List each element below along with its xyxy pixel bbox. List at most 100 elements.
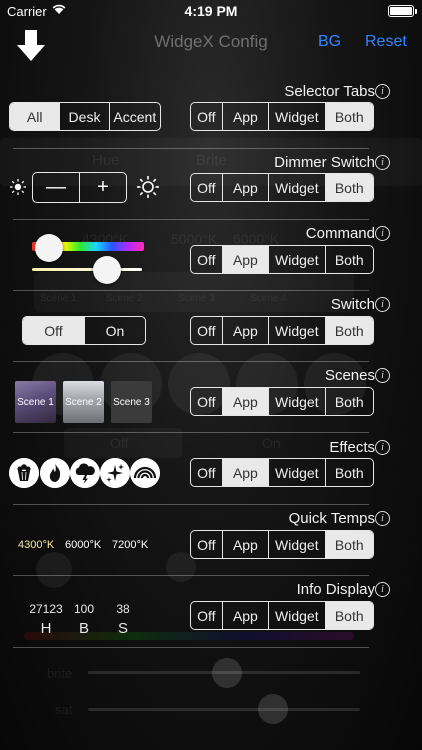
info-brightness-letter: B bbox=[78, 620, 89, 637]
switch-off-option[interactable]: Off bbox=[23, 317, 84, 344]
sun-large-icon bbox=[137, 176, 159, 198]
info-hue-value: 27123 bbox=[29, 602, 63, 616]
info-icon[interactable]: i bbox=[375, 582, 390, 597]
option-off[interactable]: Off bbox=[191, 174, 222, 201]
option-off[interactable]: Off bbox=[191, 531, 222, 558]
option-both[interactable]: Both bbox=[324, 531, 373, 558]
visibility-quick-temps[interactable]: Off App Widget Both bbox=[190, 530, 374, 559]
option-app[interactable]: App bbox=[221, 317, 268, 344]
tab-accent[interactable]: Accent bbox=[108, 103, 160, 130]
dimmer-preview[interactable]: — + bbox=[32, 172, 127, 203]
divider bbox=[13, 290, 369, 291]
info-hue-letter: H bbox=[40, 620, 52, 637]
option-off[interactable]: Off bbox=[191, 602, 222, 629]
quick-temp-7200[interactable]: 7200°K bbox=[112, 539, 148, 551]
option-widget[interactable]: Widget bbox=[268, 459, 324, 486]
sparkle-icon[interactable] bbox=[100, 458, 130, 488]
option-widget[interactable]: Widget bbox=[268, 103, 324, 130]
option-app[interactable]: App bbox=[221, 174, 268, 201]
option-app[interactable]: App bbox=[221, 246, 269, 273]
option-both[interactable]: Both bbox=[324, 246, 373, 273]
scene-1-tile[interactable]: Scene 1 bbox=[15, 381, 56, 423]
option-widget[interactable]: Widget bbox=[268, 602, 324, 629]
option-off[interactable]: Off bbox=[191, 246, 222, 273]
switch-on-option[interactable]: On bbox=[83, 317, 145, 344]
option-app[interactable]: App bbox=[221, 459, 269, 486]
brightness-slider-track[interactable] bbox=[32, 268, 142, 271]
ghost-scene-3: Scene 3 bbox=[178, 293, 215, 304]
ghost-hue-label: Hue bbox=[92, 152, 120, 169]
option-widget[interactable]: Widget bbox=[268, 246, 324, 273]
tab-desk[interactable]: Desk bbox=[59, 103, 108, 130]
hue-slider-knob[interactable] bbox=[34, 234, 63, 262]
option-both[interactable]: Both bbox=[324, 602, 373, 629]
option-app[interactable]: App bbox=[221, 103, 268, 130]
visibility-scenes[interactable]: Off App Widget Both bbox=[190, 387, 374, 416]
section-label-info-display: Info Display bbox=[296, 581, 375, 598]
option-widget[interactable]: Widget bbox=[268, 388, 324, 415]
option-app[interactable]: App bbox=[221, 602, 268, 629]
option-off[interactable]: Off bbox=[191, 317, 222, 344]
info-icon[interactable]: i bbox=[375, 440, 390, 455]
info-icon[interactable]: i bbox=[375, 155, 390, 170]
quick-temp-4300[interactable]: 4300°K bbox=[18, 539, 54, 551]
option-widget[interactable]: Widget bbox=[268, 531, 324, 558]
scene-3-tile[interactable]: Scene 3 bbox=[111, 381, 152, 423]
option-off[interactable]: Off bbox=[191, 459, 222, 486]
divider bbox=[13, 647, 369, 648]
info-icon[interactable]: i bbox=[375, 226, 390, 241]
option-both[interactable]: Both bbox=[324, 317, 373, 344]
option-widget[interactable]: Widget bbox=[268, 174, 324, 201]
info-icon[interactable]: i bbox=[375, 297, 390, 312]
divider bbox=[13, 504, 369, 505]
reset-button[interactable]: Reset bbox=[365, 33, 407, 51]
divider bbox=[13, 432, 369, 433]
sun-small-icon bbox=[10, 179, 26, 195]
visibility-selector-tabs[interactable]: Off App Widget Both bbox=[190, 102, 374, 131]
brightness-slider-knob[interactable] bbox=[92, 256, 121, 284]
section-label-dimmer-switch: Dimmer Switch bbox=[274, 154, 375, 171]
quick-temp-6000[interactable]: 6000°K bbox=[65, 539, 101, 551]
bg-button[interactable]: BG bbox=[318, 33, 341, 51]
section-label-switch: Switch bbox=[330, 296, 375, 313]
selector-tabs-preview[interactable]: All Desk Accent bbox=[9, 102, 161, 131]
option-both[interactable]: Both bbox=[324, 459, 373, 486]
option-off[interactable]: Off bbox=[191, 103, 222, 130]
ghost-on: On bbox=[262, 435, 281, 451]
option-widget[interactable]: Widget bbox=[268, 317, 324, 344]
info-icon[interactable]: i bbox=[375, 511, 390, 526]
switch-preview[interactable]: Off On bbox=[22, 316, 146, 345]
nav-bar: WidgeX Config BG Reset bbox=[0, 22, 422, 66]
option-both[interactable]: Both bbox=[324, 388, 373, 415]
visibility-command[interactable]: Off App Widget Both bbox=[190, 245, 374, 274]
battery-icon bbox=[388, 5, 417, 17]
option-both[interactable]: Both bbox=[324, 174, 373, 201]
rainbow-icon[interactable] bbox=[130, 458, 160, 488]
dim-plus-button[interactable]: + bbox=[79, 173, 126, 202]
section-label-command: Command bbox=[305, 225, 375, 242]
fire-icon[interactable] bbox=[40, 458, 70, 488]
divider bbox=[13, 148, 369, 149]
storm-icon[interactable] bbox=[70, 458, 100, 488]
ghost-scene-1: Scene 1 bbox=[40, 293, 77, 304]
info-icon[interactable]: i bbox=[375, 84, 390, 99]
visibility-info-display[interactable]: Off App Widget Both bbox=[190, 601, 374, 630]
info-icon[interactable]: i bbox=[375, 368, 390, 383]
visibility-effects[interactable]: Off App Widget Both bbox=[190, 458, 374, 487]
dim-minus-button[interactable]: — bbox=[33, 173, 79, 202]
option-app[interactable]: App bbox=[221, 531, 268, 558]
visibility-switch[interactable]: Off App Widget Both bbox=[190, 316, 374, 345]
popcorn-icon[interactable] bbox=[9, 458, 39, 488]
ghost-brite-label: Brite bbox=[196, 152, 227, 169]
scene-2-tile[interactable]: Scene 2 bbox=[63, 381, 104, 423]
status-bar: Carrier 4:19 PM bbox=[0, 0, 422, 22]
visibility-dimmer-switch[interactable]: Off App Widget Both bbox=[190, 173, 374, 202]
option-both[interactable]: Both bbox=[324, 103, 373, 130]
clock: 4:19 PM bbox=[184, 3, 238, 19]
page-title: WidgeX Config bbox=[154, 32, 268, 51]
divider bbox=[13, 361, 369, 362]
tab-all[interactable]: All bbox=[10, 103, 60, 130]
option-app[interactable]: App bbox=[221, 388, 269, 415]
ghost-scene-2: Scene 2 bbox=[106, 293, 143, 304]
option-off[interactable]: Off bbox=[191, 388, 222, 415]
